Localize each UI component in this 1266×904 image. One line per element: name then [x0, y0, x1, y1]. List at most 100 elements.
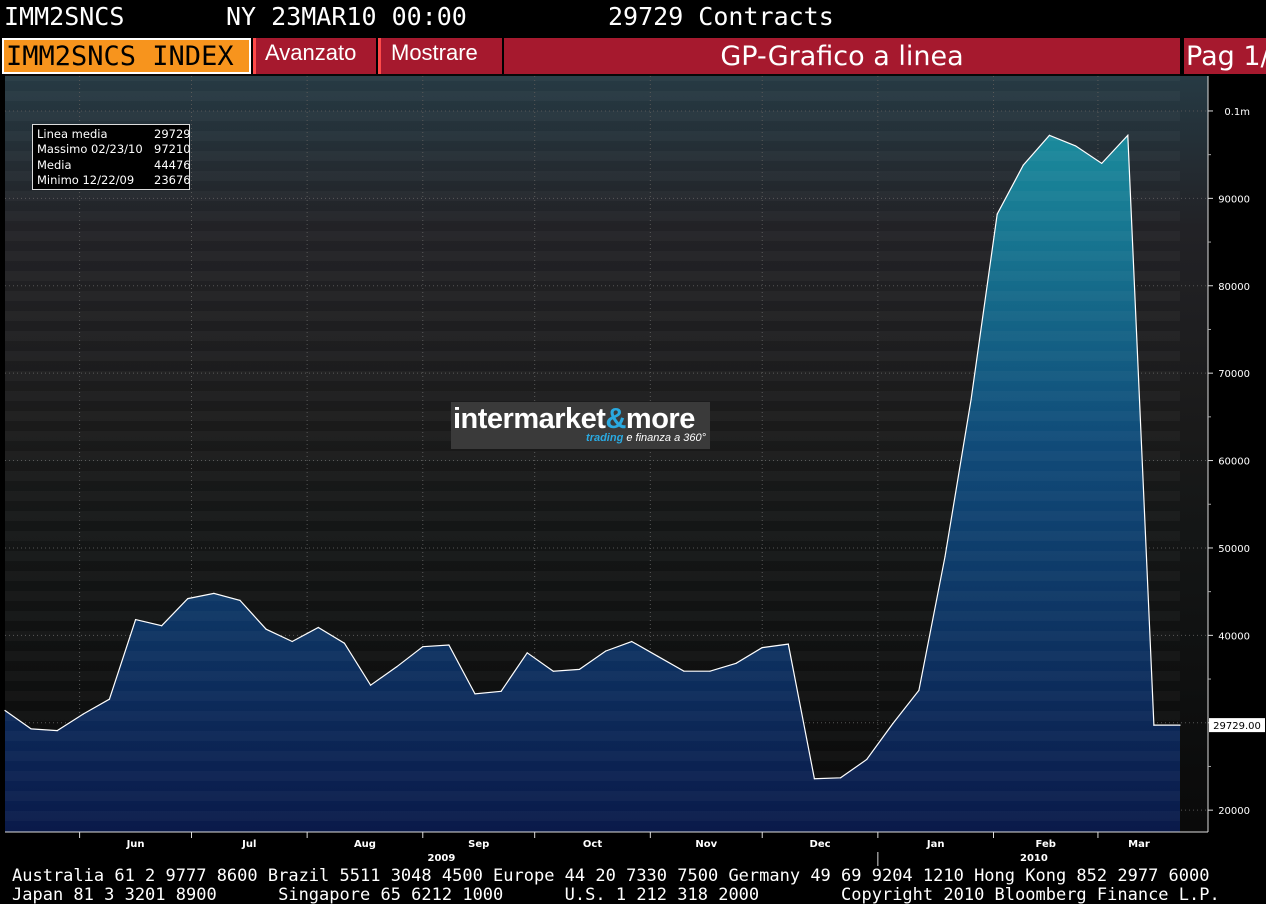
legend-label: Massimo 02/23/10: [37, 142, 143, 157]
data-point: [82, 713, 84, 715]
data-point: [1127, 134, 1129, 136]
legend-row-minimum: Minimo 12/22/09 23676: [36, 172, 191, 188]
tagline-trading: trading: [586, 432, 624, 444]
brand-right: more: [625, 403, 695, 435]
data-point: [526, 652, 528, 654]
function-menu-bar: IMM2SNCS INDEX Avanzato Mostrare GP-Graf…: [0, 38, 1266, 74]
footer-line-1: Australia 61 2 9777 8600 Brazil 5511 304…: [12, 866, 1210, 886]
data-point: [56, 730, 58, 732]
year-label: 2010: [1020, 853, 1048, 864]
data-point: [709, 670, 711, 672]
y-tick-label: 20000: [1218, 806, 1250, 817]
last-value-label: 29729.00: [1213, 721, 1261, 732]
data-point: [1048, 134, 1051, 136]
legend-row-maximum: Massimo 02/23/10 97210: [36, 142, 191, 157]
data-point: [970, 398, 972, 400]
data-point: [683, 670, 685, 672]
data-point: [369, 684, 372, 686]
data-point: [735, 662, 737, 664]
legend-value: 29729: [154, 127, 191, 141]
legend-label: Minimo 12/22/09: [37, 172, 135, 187]
y-tick-label: 90000: [1218, 194, 1250, 205]
data-point: [265, 628, 267, 630]
legend-label: Linea media: [37, 127, 108, 141]
brand-name: intermarket&more: [453, 402, 695, 436]
legend-value: 44476: [154, 157, 191, 172]
data-point: [291, 640, 293, 643]
y-tick-label: 80000: [1218, 282, 1250, 293]
y-tick-label: 40000: [1218, 631, 1250, 642]
data-point: [30, 728, 32, 730]
legend-value: 97210: [154, 142, 191, 157]
data-point: [213, 592, 215, 595]
data-point: [474, 693, 476, 695]
data-point: [839, 777, 842, 779]
x-tick-label: Jan: [926, 839, 945, 850]
data-point: [1153, 724, 1155, 726]
legend-label: Media: [37, 157, 72, 172]
data-point: [944, 556, 946, 558]
data-point: [317, 626, 319, 629]
data-point: [134, 619, 137, 621]
data-point: [239, 599, 241, 601]
data-point: [1179, 724, 1181, 726]
brand-tagline: trading e finanza a 360°: [586, 432, 706, 444]
footer-line-2: Japan 81 3 3201 8900 Singapore 65 6212 1…: [12, 885, 1220, 904]
contracts-readout: 29729 Contracts: [608, 2, 834, 31]
data-point: [187, 598, 189, 600]
x-axis-panel: [0, 832, 1266, 866]
show-button[interactable]: Mostrare: [378, 38, 502, 74]
data-point: [500, 690, 502, 692]
data-point: [578, 668, 581, 671]
data-point: [787, 643, 789, 645]
data-point: [892, 723, 894, 725]
ticker-code: IMM2SNCS: [4, 2, 125, 31]
data-point: [866, 758, 868, 761]
y-tick-label: 60000: [1218, 457, 1250, 468]
line-chart: 20000 40000 50000 60000 70000 80000 90000 0.1m 2…: [0, 76, 1266, 866]
brand-left: intermarket: [453, 403, 606, 435]
x-tick-label: Jun: [126, 839, 145, 850]
datetime-stamp: NY 23MAR10 00:00: [226, 2, 467, 31]
data-point: [4, 709, 6, 712]
y-tick-label: 70000: [1218, 369, 1250, 380]
data-point: [1022, 164, 1024, 166]
brand-watermark-logo: intermarket&more trading e finanza a 360…: [451, 402, 710, 449]
x-tick-label: Sep: [468, 839, 489, 850]
data-point: [343, 642, 346, 644]
legend-row-average-line: Linea media 29729: [36, 127, 191, 142]
data-point: [1074, 145, 1077, 147]
data-point: [604, 650, 607, 652]
year-label: 2009: [428, 853, 456, 864]
tagline-rest: e finanza a 360°: [623, 432, 706, 444]
brand-amp: &: [605, 403, 626, 435]
footer-contacts: Australia 61 2 9777 8600 Brazil 5511 304…: [0, 866, 1266, 904]
data-point: [1101, 162, 1103, 164]
advanced-button[interactable]: Avanzato: [253, 38, 376, 74]
security-index-field[interactable]: IMM2SNCS INDEX: [2, 38, 251, 74]
data-point: [448, 644, 450, 646]
x-tick-label: Nov: [695, 839, 717, 850]
data-point: [631, 640, 633, 643]
header-bar: IMM2SNCS NY 23MAR10 00:00 29729 Contract…: [0, 0, 1266, 38]
data-point: [657, 655, 659, 657]
x-tick-label: Jul: [241, 839, 256, 850]
data-point: [396, 666, 398, 668]
data-point: [422, 646, 424, 648]
x-tick-label: Feb: [1036, 839, 1056, 850]
y-tick-label: 50000: [1218, 544, 1250, 555]
data-point: [996, 213, 998, 215]
x-tick-label: Oct: [583, 839, 602, 850]
legend-value: 23676: [154, 172, 191, 187]
x-tick-label: Mar: [1128, 839, 1150, 850]
page-indicator[interactable]: Pag 1/: [1182, 38, 1266, 74]
data-point: [918, 689, 920, 692]
data-point: [108, 698, 111, 700]
function-title: GP-Grafico a linea: [504, 38, 1180, 74]
legend-row-mean: Media 44476: [36, 157, 191, 173]
data-point: [813, 778, 816, 780]
chart-legend: Linea media 29729 Massimo 02/23/10 97210…: [32, 124, 191, 190]
data-point: [552, 670, 554, 672]
x-tick-label: Dec: [810, 839, 831, 850]
y-tick-label: 0.1m: [1224, 107, 1250, 118]
